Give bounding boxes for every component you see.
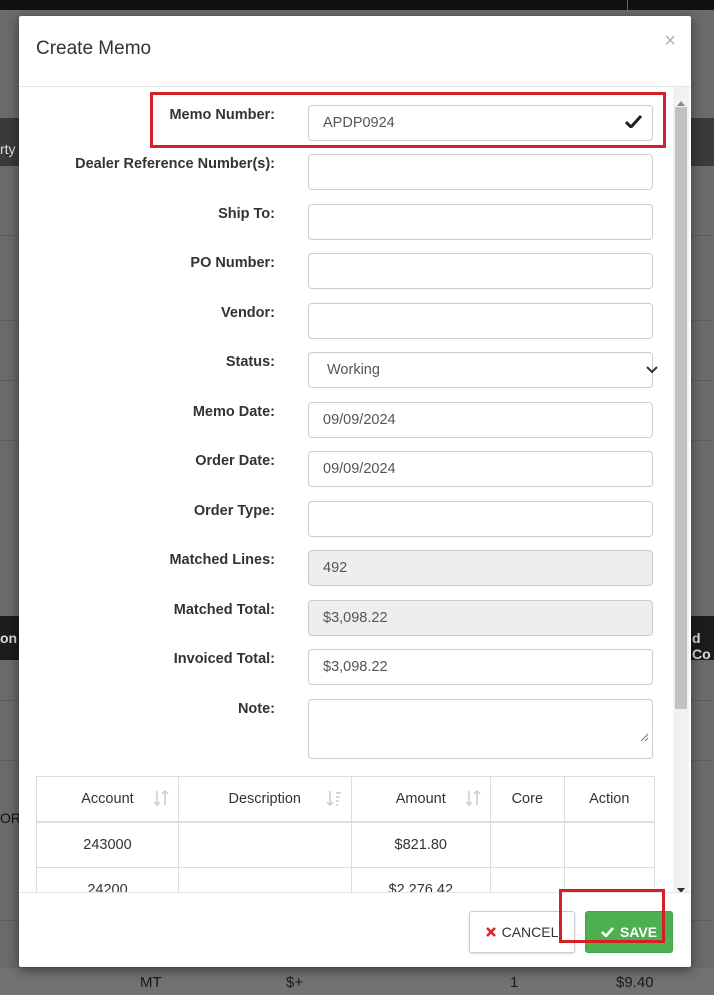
matched-lines-label: Matched Lines: xyxy=(169,552,275,568)
table-cell-description xyxy=(177,821,352,868)
ship-to-label: Ship To: xyxy=(218,206,275,222)
modal-scrollbar[interactable] xyxy=(673,87,689,893)
column-header-action: Action xyxy=(563,776,656,823)
memo-lines-table: Account Description Amount Core Action 2… xyxy=(36,776,656,892)
modal-header: Create Memo × xyxy=(19,16,691,87)
memo-date-label: Memo Date: xyxy=(192,404,275,420)
modal-body: Memo Number: APDP0924 Dealer Reference N… xyxy=(19,87,691,892)
table-cell-amount: $2,276.42 xyxy=(350,867,492,892)
table-cell-action xyxy=(563,821,656,868)
matched-lines-row: Matched Lines: 492 xyxy=(19,550,669,590)
column-header-label: Description xyxy=(228,791,301,807)
sort-alpha-icon xyxy=(325,790,343,810)
column-header-label: Account xyxy=(81,791,134,807)
note-label: Note: xyxy=(237,701,275,717)
memo-date-input[interactable]: 09/09/2024 xyxy=(308,402,653,438)
order-date-row: Order Date: 09/09/2024 xyxy=(19,451,669,491)
resize-handle-icon[interactable] xyxy=(640,721,649,755)
close-icon xyxy=(485,924,496,940)
background-text: rty xyxy=(0,141,16,157)
status-label: Status: xyxy=(225,354,275,370)
status-row: Status: Working xyxy=(19,352,669,392)
table-cell-core xyxy=(490,821,565,868)
save-button-highlight xyxy=(559,889,665,943)
status-value: Working xyxy=(327,362,380,378)
modal-title: Create Memo xyxy=(36,38,152,59)
po-number-row: PO Number: xyxy=(19,253,669,293)
column-header-account[interactable]: Account xyxy=(36,776,179,823)
background-cell: $+ xyxy=(286,974,304,991)
sort-icon xyxy=(464,789,482,810)
order-date-label: Order Date: xyxy=(195,453,275,469)
background-cell: $9.40 xyxy=(616,974,654,991)
table-cell-description xyxy=(177,867,352,892)
status-select[interactable]: Working xyxy=(308,352,658,388)
vendor-input[interactable] xyxy=(308,303,653,339)
close-icon[interactable]: × xyxy=(664,31,676,51)
ship-to-row: Ship To: xyxy=(19,204,669,244)
table-cell-amount: $821.80 xyxy=(350,821,492,868)
table-header-row: Account Description Amount Core Action xyxy=(36,776,656,823)
order-type-row: Order Type: xyxy=(19,501,669,541)
background-topbar-divider xyxy=(627,0,628,10)
matched-lines-field: 492 xyxy=(308,550,653,586)
background-cell: MT xyxy=(140,974,162,991)
matched-total-field: $3,098.22 xyxy=(308,600,653,636)
background-table-row xyxy=(0,968,714,995)
table-cell-account: 24200 xyxy=(36,867,179,892)
column-header-core: Core xyxy=(490,776,565,823)
background-cell: 1 xyxy=(510,974,519,991)
invoiced-total-label: Invoiced Total: xyxy=(173,651,275,667)
dealer-reference-row: Dealer Reference Number(s): xyxy=(19,154,669,194)
table-cell-account: 243000 xyxy=(36,821,179,868)
order-date-input[interactable]: 09/09/2024 xyxy=(308,451,653,487)
background-topbar xyxy=(0,0,714,10)
column-header-label: Amount xyxy=(395,791,446,807)
note-row: Note: xyxy=(19,699,669,761)
column-header-description[interactable]: Description xyxy=(177,776,352,823)
sort-icon xyxy=(152,789,170,810)
ship-to-input[interactable] xyxy=(308,204,653,240)
po-number-input[interactable] xyxy=(308,253,653,289)
order-type-label: Order Type: xyxy=(193,503,275,519)
memo-date-row: Memo Date: 09/09/2024 xyxy=(19,402,669,442)
scrollbar-thumb[interactable] xyxy=(675,107,687,709)
cancel-label: CANCEL xyxy=(501,924,559,940)
memo-number-highlight xyxy=(150,92,666,148)
matched-total-label: Matched Total: xyxy=(173,602,275,618)
table-row: 243000 $821.80 xyxy=(36,821,656,868)
order-type-input[interactable] xyxy=(308,501,653,537)
create-memo-modal: Create Memo × Memo Number: APDP0924 Deal… xyxy=(19,16,691,967)
background-text: OR xyxy=(0,810,21,826)
invoiced-total-row: Invoiced Total: $3,098.22 xyxy=(19,649,669,689)
po-number-label: PO Number: xyxy=(190,255,275,271)
column-header-amount[interactable]: Amount xyxy=(350,776,492,823)
dealer-reference-label: Dealer Reference Number(s): xyxy=(75,156,275,172)
background-header-text-right: d Co xyxy=(692,630,711,662)
vendor-row: Vendor: xyxy=(19,303,669,343)
dealer-reference-input[interactable] xyxy=(308,154,653,190)
note-textarea[interactable] xyxy=(308,699,653,759)
matched-total-row: Matched Total: $3,098.22 xyxy=(19,600,669,640)
vendor-label: Vendor: xyxy=(221,305,275,321)
invoiced-total-input[interactable]: $3,098.22 xyxy=(308,649,653,685)
table-cell-core xyxy=(490,867,565,892)
background-header-text-left: on xyxy=(0,630,18,646)
